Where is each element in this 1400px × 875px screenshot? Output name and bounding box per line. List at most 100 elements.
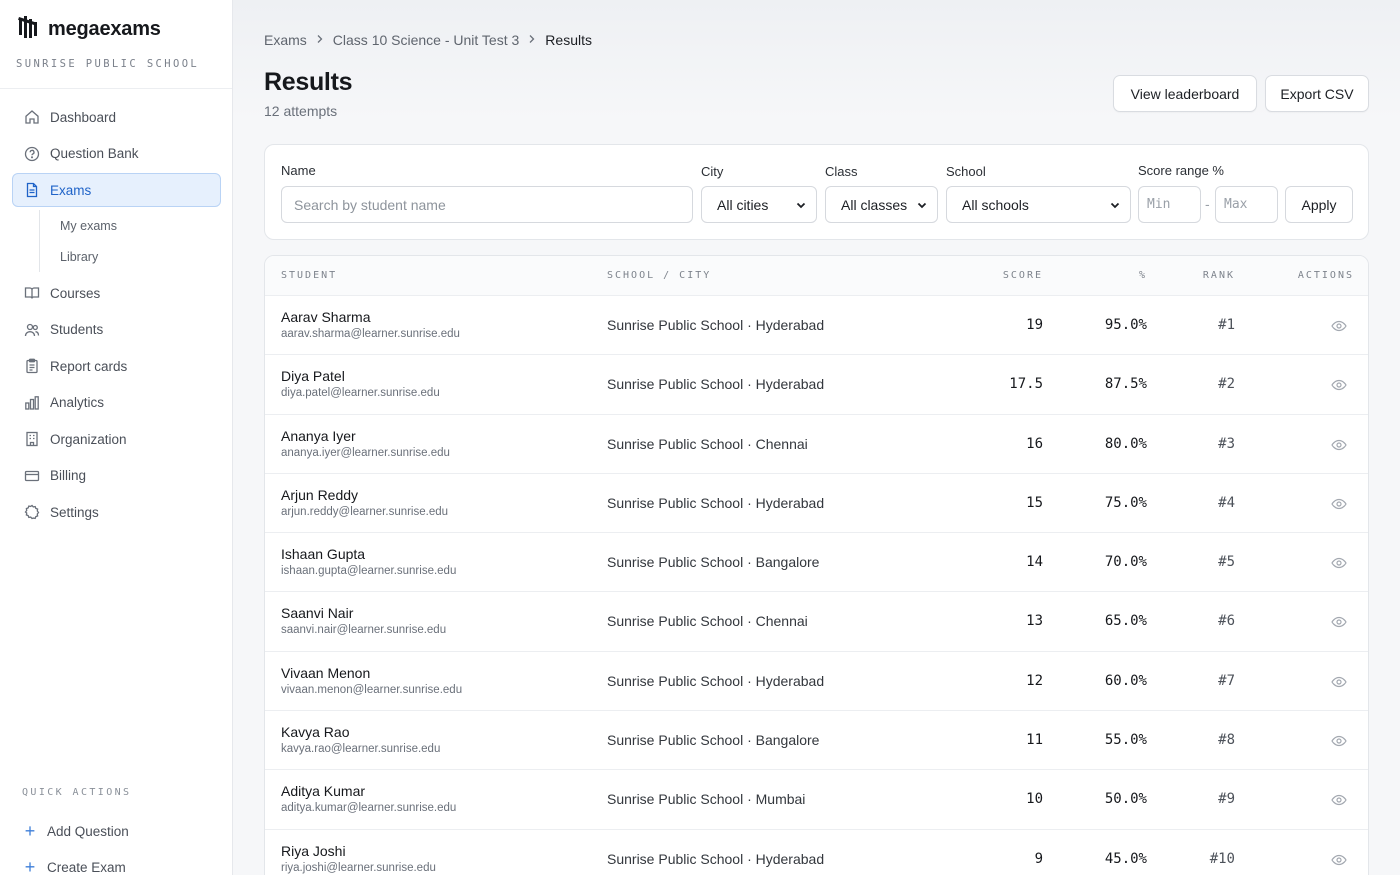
plus-icon: + bbox=[24, 821, 36, 841]
table-row[interactable]: Aarav Sharma aarav.sharma@learner.sunris… bbox=[265, 296, 1368, 356]
column-header-actions: ACTIONS bbox=[1297, 270, 1354, 281]
nav-item-report-cards[interactable]: Report cards bbox=[12, 349, 221, 383]
nav-label: Organization bbox=[50, 431, 127, 447]
nav-item-courses[interactable]: Courses bbox=[12, 276, 221, 310]
chevron-down-icon bbox=[917, 202, 927, 209]
student-name: Aditya Kumar bbox=[281, 783, 366, 800]
users-icon bbox=[23, 321, 41, 339]
rank: #1 bbox=[1218, 317, 1235, 333]
city-select[interactable]: All cities bbox=[701, 186, 817, 223]
eye-icon[interactable] bbox=[1331, 792, 1347, 808]
percent: 87.5% bbox=[1104, 376, 1147, 393]
rank: #7 bbox=[1218, 672, 1235, 689]
nav-label: Question Bank bbox=[50, 146, 139, 161]
eye-icon[interactable] bbox=[1331, 852, 1347, 868]
apply-filters-button[interactable]: Apply bbox=[1285, 186, 1353, 223]
attempts-count: 12 attempts bbox=[264, 103, 338, 119]
clipboard-icon bbox=[23, 357, 41, 375]
class-filter-label: Class bbox=[825, 164, 858, 179]
percent: 55.0% bbox=[1104, 732, 1147, 749]
nav-item-exams[interactable]: Exams bbox=[12, 173, 221, 207]
rank: #5 bbox=[1218, 554, 1235, 571]
breadcrumb-exams[interactable]: Exams bbox=[264, 32, 307, 48]
student-name: Aarav Sharma bbox=[281, 309, 371, 325]
quick-actions: + Add Question + Create Exam bbox=[22, 813, 222, 875]
school-city: Sunrise Public School · Mumbai bbox=[607, 791, 806, 808]
export-csv-button[interactable]: Export CSV bbox=[1265, 75, 1369, 112]
eye-icon[interactable] bbox=[1331, 318, 1347, 334]
rank: #3 bbox=[1218, 435, 1235, 452]
subnav-item-library[interactable]: Library bbox=[60, 241, 221, 272]
column-header-rank[interactable]: RANK bbox=[1203, 270, 1235, 281]
sidebar: megaexams SUNRISE PUBLIC SCHOOL Dashboar… bbox=[0, 0, 233, 875]
student-name-search-input[interactable]: Search by student name bbox=[281, 186, 693, 223]
class-select-value: All classes bbox=[841, 196, 908, 213]
eye-icon[interactable] bbox=[1331, 674, 1347, 690]
results-table: STUDENT SCHOOL / CITY SCORE % RANK ACTIO… bbox=[264, 255, 1369, 875]
school-city: Sunrise Public School · Hyderabad bbox=[607, 672, 825, 689]
score: 9 bbox=[1034, 850, 1043, 867]
score-max-input[interactable]: Max bbox=[1215, 186, 1278, 223]
student-name: Arjun Reddy bbox=[281, 486, 359, 503]
create-exam-button[interactable]: + Create Exam bbox=[22, 849, 222, 875]
nav-item-analytics[interactable]: Analytics bbox=[12, 386, 221, 420]
filter-panel: Name Search by student name City All cit… bbox=[264, 144, 1369, 240]
eye-icon[interactable] bbox=[1331, 496, 1347, 512]
class-select[interactable]: All classes bbox=[825, 186, 938, 223]
score-min-input[interactable]: Min bbox=[1138, 186, 1201, 223]
eye-icon[interactable] bbox=[1331, 437, 1347, 453]
eye-icon[interactable] bbox=[1331, 614, 1347, 630]
plus-icon: + bbox=[24, 857, 36, 875]
table-row[interactable]: Ananya Iyer ananya.iyer@learner.sunrise.… bbox=[265, 415, 1368, 474]
nav-item-dashboard[interactable]: Dashboard bbox=[12, 100, 221, 134]
school-city: Sunrise Public School · Bangalore bbox=[607, 554, 820, 571]
rank: #4 bbox=[1218, 494, 1235, 511]
score: 16 bbox=[1026, 435, 1043, 452]
nav-item-settings[interactable]: Settings bbox=[12, 495, 221, 529]
column-header-student[interactable]: STUDENT bbox=[281, 270, 337, 281]
brand[interactable]: megaexams bbox=[18, 14, 161, 45]
add-question-button[interactable]: + Add Question bbox=[22, 813, 222, 849]
score: 19 bbox=[1026, 317, 1043, 333]
rank: #10 bbox=[1209, 850, 1235, 867]
table-row[interactable]: Diya Patel diya.patel@learner.sunrise.ed… bbox=[265, 355, 1368, 415]
subnav-item-my-exams[interactable]: My exams bbox=[60, 210, 221, 241]
column-header-school-city[interactable]: SCHOOL / CITY bbox=[607, 270, 711, 281]
brand-name: megaexams bbox=[48, 18, 161, 40]
table-row[interactable]: Aditya Kumar aditya.kumar@learner.sunris… bbox=[265, 770, 1368, 830]
table-row[interactable]: Ishaan Gupta ishaan.gupta@learner.sunris… bbox=[265, 533, 1368, 593]
nav-label: Settings bbox=[50, 504, 99, 520]
table-row[interactable]: Arjun Reddy arjun.reddy@learner.sunrise.… bbox=[265, 474, 1368, 534]
nav-label: Students bbox=[50, 322, 104, 337]
column-header-percent[interactable]: % bbox=[1139, 270, 1147, 281]
column-header-score[interactable]: SCORE bbox=[1003, 270, 1043, 281]
nav-item-students[interactable]: Students bbox=[12, 313, 221, 347]
eye-icon[interactable] bbox=[1331, 733, 1347, 749]
school-name: SUNRISE PUBLIC SCHOOL bbox=[16, 58, 200, 70]
nav-item-question-bank[interactable]: Question Bank bbox=[12, 137, 221, 171]
percent: 70.0% bbox=[1104, 554, 1147, 571]
breadcrumb-exam[interactable]: Class 10 Science - Unit Test 3 bbox=[333, 32, 520, 48]
school-select[interactable]: All schools bbox=[946, 186, 1131, 223]
table-row[interactable]: Kavya Rao kavya.rao@learner.sunrise.edu … bbox=[265, 711, 1368, 771]
percent: 95.0% bbox=[1104, 317, 1147, 333]
score: 15 bbox=[1026, 494, 1043, 511]
view-leaderboard-button[interactable]: View leaderboard bbox=[1113, 75, 1257, 112]
table-row[interactable]: Riya Joshi riya.joshi@learner.sunrise.ed… bbox=[265, 830, 1368, 875]
rank: #9 bbox=[1218, 791, 1235, 808]
nav-item-organization[interactable]: Organization bbox=[12, 422, 221, 456]
student-email: aarav.sharma@learner.sunrise.edu bbox=[281, 328, 460, 340]
score: 10 bbox=[1026, 791, 1043, 808]
nav-item-billing[interactable]: Billing bbox=[12, 459, 221, 493]
table-row[interactable]: Vivaan Menon vivaan.menon@learner.sunris… bbox=[265, 652, 1368, 712]
table-row[interactable]: Saanvi Nair saanvi.nair@learner.sunrise.… bbox=[265, 592, 1368, 652]
nav-label: Analytics bbox=[50, 395, 105, 410]
chevron-down-icon bbox=[796, 202, 806, 209]
main-content: Exams Class 10 Science - Unit Test 3 Res… bbox=[233, 0, 1400, 875]
eye-icon[interactable] bbox=[1331, 377, 1347, 393]
eye-icon[interactable] bbox=[1331, 555, 1347, 571]
nav-label: Dashboard bbox=[50, 109, 117, 125]
exams-subnav: My exams Library bbox=[39, 210, 221, 272]
rank: #6 bbox=[1218, 613, 1235, 630]
student-name: Riya Joshi bbox=[281, 842, 346, 859]
